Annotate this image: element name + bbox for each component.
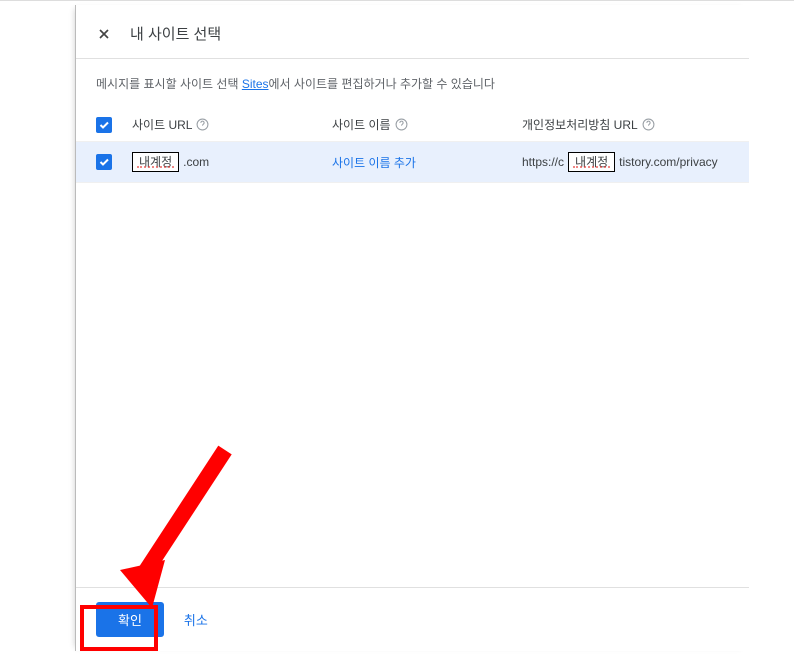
redacted-account: 내계정 xyxy=(568,152,615,172)
add-site-name-link[interactable]: 사이트 이름 추가 xyxy=(332,154,416,171)
header-privacy-url: 개인정보처리방침 URL xyxy=(522,116,729,133)
table-row[interactable]: 내계정 .com 사이트 이름 추가 https://c 내계정 tistory.co… xyxy=(76,141,749,183)
privacy-prefix: https://c xyxy=(522,155,564,169)
modal-header: 내 사이트 선택 xyxy=(76,5,749,58)
table-header-row: 사이트 URL 사이트 이름 개인정보처리방침 URL xyxy=(76,108,749,141)
privacy-suffix: tistory.com/privacy xyxy=(619,155,717,169)
help-icon[interactable] xyxy=(196,118,209,131)
cell-privacy-url: https://c 내계정 tistory.com/privacy xyxy=(522,152,729,172)
cell-site-name: 사이트 이름 추가 xyxy=(332,154,522,171)
header-url-label: 사이트 URL xyxy=(132,116,192,133)
row-checkbox[interactable] xyxy=(96,154,112,170)
description-suffix: 에서 사이트를 편집하거나 추가할 수 있습니다 xyxy=(269,77,495,91)
modal-title: 내 사이트 선택 xyxy=(130,23,221,44)
site-select-modal: 내 사이트 선택 메시지를 표시할 사이트 선택 Sites에서 사이트를 편집… xyxy=(75,5,749,651)
header-privacy-label: 개인정보처리방침 URL xyxy=(522,116,638,133)
sites-table: 사이트 URL 사이트 이름 개인정보처리방침 URL xyxy=(76,108,749,183)
cell-site-url: 내계정 .com xyxy=(132,152,332,172)
top-border xyxy=(0,0,794,1)
help-icon[interactable] xyxy=(642,118,655,131)
redacted-account: 내계정 xyxy=(132,152,179,172)
url-suffix: .com xyxy=(183,155,209,169)
help-icon[interactable] xyxy=(395,118,408,131)
description-prefix: 메시지를 표시할 사이트 선택 xyxy=(96,77,242,91)
header-name-label: 사이트 이름 xyxy=(332,116,391,133)
header-site-url: 사이트 URL xyxy=(132,116,332,133)
confirm-button[interactable]: 확인 xyxy=(96,602,164,637)
header-checkbox-cell xyxy=(96,117,132,133)
modal-footer: 확인 취소 xyxy=(76,587,749,651)
modal-description: 메시지를 표시할 사이트 선택 Sites에서 사이트를 편집하거나 추가할 수… xyxy=(76,59,749,108)
header-site-name: 사이트 이름 xyxy=(332,116,522,133)
sites-link[interactable]: Sites xyxy=(242,77,269,91)
cancel-button[interactable]: 취소 xyxy=(184,610,208,629)
row-checkbox-cell xyxy=(96,154,132,170)
close-icon[interactable] xyxy=(96,26,112,42)
select-all-checkbox[interactable] xyxy=(96,117,112,133)
